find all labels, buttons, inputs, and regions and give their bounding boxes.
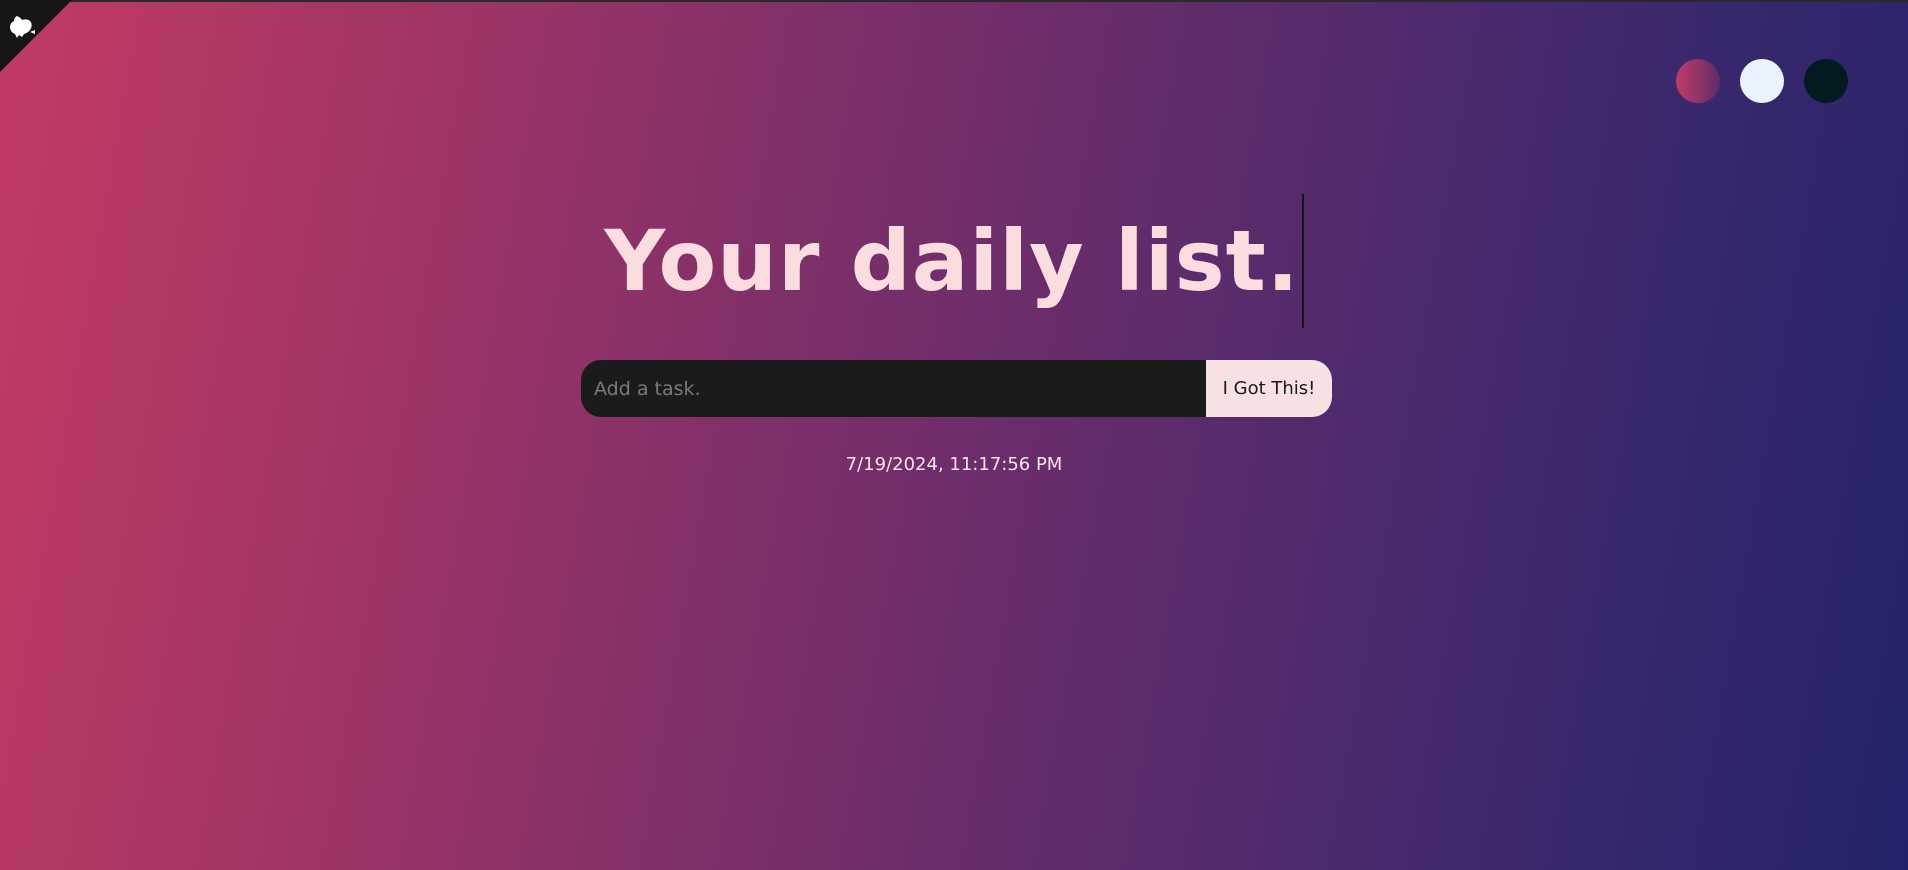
- typing-caret: [1301, 194, 1304, 329]
- theme-gradient-button[interactable]: [1676, 59, 1720, 103]
- title-container: Your daily list.: [0, 163, 1908, 360]
- github-icon: [10, 16, 35, 38]
- task-form: I Got This!: [581, 360, 1332, 417]
- current-datetime: 7/19/2024, 11:17:56 PM: [845, 454, 1063, 475]
- task-input[interactable]: [581, 360, 1206, 417]
- theme-dark-button[interactable]: [1804, 59, 1848, 103]
- add-task-button[interactable]: I Got This!: [1206, 360, 1332, 417]
- page-title: Your daily list.: [604, 212, 1300, 311]
- theme-light-button[interactable]: [1740, 59, 1784, 103]
- window-top-border: [0, 0, 1908, 2]
- theme-switcher: [1676, 59, 1848, 103]
